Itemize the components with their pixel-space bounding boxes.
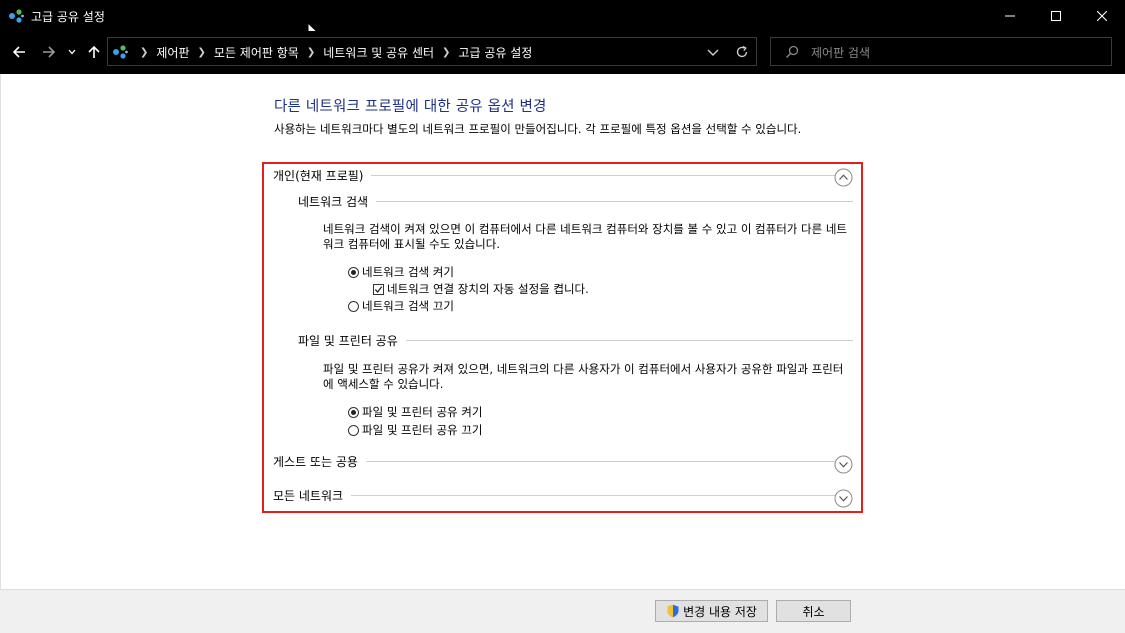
maximize-icon <box>1051 10 1061 21</box>
radio-network-discovery-on[interactable]: 네트워크 검색 켜기 <box>348 264 454 280</box>
chevron-right-icon: ❯ <box>140 47 149 58</box>
radio-label: 파일 및 프린터 공유 켜기 <box>362 405 483 419</box>
divider <box>365 461 838 462</box>
radio-selected-icon <box>348 406 359 418</box>
search-placeholder: 제어판 검색 <box>811 46 871 60</box>
divider <box>371 175 838 176</box>
cancel-button[interactable]: 취소 <box>776 600 851 622</box>
chevron-down-icon[interactable] <box>834 489 853 508</box>
profile-label-guest-public: 게스트 또는 공용 <box>273 455 358 469</box>
chevron-down-icon <box>68 49 76 55</box>
network-icon <box>9 9 24 23</box>
radio-label: 파일 및 프린터 공유 끄기 <box>362 423 483 437</box>
search-icon <box>786 45 799 58</box>
divider <box>405 340 853 341</box>
section-label-file-printer-sharing: 파일 및 프린터 공유 <box>298 334 398 348</box>
checkbox-label: 네트워크 연결 장치의 자동 설정을 켭니다. <box>387 282 589 296</box>
file-printer-sharing-description: 파일 및 프린터 공유가 켜져 있으면, 네트워크의 다른 사용자가 이 컴퓨터… <box>323 362 844 391</box>
radio-file-sharing-on[interactable]: 파일 및 프린터 공유 켜기 <box>348 404 482 420</box>
section-header-network-discovery: 네트워크 검색 <box>298 193 853 210</box>
navigation-bar: ❯ 제어판 ❯ 모든 제어판 항목 ❯ 네트워크 및 공유 센터 ❯ 고급 공유… <box>0 31 1125 74</box>
chevron-up-icon[interactable] <box>834 168 853 187</box>
profile-header-guest-public[interactable]: 게스트 또는 공용 <box>273 453 838 470</box>
address-bar[interactable]: ❯ 제어판 ❯ 모든 제어판 항목 ❯ 네트워크 및 공유 센터 ❯ 고급 공유… <box>107 37 757 66</box>
section-label-network-discovery: 네트워크 검색 <box>298 195 369 209</box>
section-header-file-printer-sharing: 파일 및 프린터 공유 <box>298 332 853 349</box>
cancel-label: 취소 <box>802 604 825 619</box>
profile-header-private[interactable]: 개인(현재 프로필) <box>273 167 838 184</box>
profile-label-all-networks: 모든 네트워크 <box>273 489 344 503</box>
maximize-button[interactable] <box>1033 0 1079 31</box>
radio-file-sharing-off[interactable]: 파일 및 프린터 공유 끄기 <box>348 422 482 438</box>
breadcrumb-item-network-sharing-center[interactable]: 네트워크 및 공유 센터 <box>323 44 434 61</box>
arrow-left-icon <box>12 46 25 58</box>
breadcrumb-item-control-panel[interactable]: 제어판 <box>156 44 189 61</box>
forward-button[interactable] <box>38 41 60 63</box>
radio-label: 네트워크 검색 끄기 <box>362 299 454 313</box>
profile-header-all-networks[interactable]: 모든 네트워크 <box>273 487 838 504</box>
chevron-right-icon: ❯ <box>306 47 316 58</box>
network-discovery-description: 네트워크 검색이 켜져 있으면 이 컴퓨터에서 다른 네트워크 컴퓨터와 장치를… <box>323 222 848 251</box>
divider <box>376 201 853 202</box>
up-button[interactable] <box>83 41 105 63</box>
profile-label-private: 개인(현재 프로필) <box>273 169 364 183</box>
search-box[interactable]: 제어판 검색 <box>770 37 1112 66</box>
minimize-button[interactable] <box>987 0 1033 31</box>
radio-unselected-icon <box>348 300 359 312</box>
chevron-right-icon: ❯ <box>442 47 451 58</box>
checkmark-icon <box>373 283 384 295</box>
refresh-icon[interactable] <box>735 45 749 59</box>
minimize-icon <box>1005 15 1015 16</box>
recent-locations-button[interactable] <box>64 41 80 63</box>
divider <box>351 495 838 496</box>
chevron-right-icon: ❯ <box>197 47 206 58</box>
title-bar: 고급 공유 설정 <box>0 0 1125 40</box>
back-button[interactable] <box>8 41 30 63</box>
arrow-up-icon <box>88 45 100 58</box>
breadcrumb-item-advanced-sharing[interactable]: 고급 공유 설정 <box>458 44 532 61</box>
chevron-down-icon[interactable] <box>834 455 853 474</box>
checkbox-auto-setup[interactable]: 네트워크 연결 장치의 자동 설정을 켭니다. <box>373 281 589 297</box>
radio-unselected-icon <box>348 424 359 436</box>
page-title: 다른 네트워크 프로필에 대한 공유 옵션 변경 <box>274 99 547 115</box>
close-icon <box>1097 10 1107 21</box>
arrow-right-icon <box>43 46 56 58</box>
uac-shield-icon <box>667 604 679 618</box>
breadcrumb-item-all-control-panel-items[interactable]: 모든 제어판 항목 <box>214 44 299 61</box>
radio-network-discovery-off[interactable]: 네트워크 검색 끄기 <box>348 298 454 314</box>
main-content: 다른 네트워크 프로필에 대한 공유 옵션 변경 사용하는 네트워크마다 별도의… <box>0 74 1125 589</box>
page-description: 사용하는 네트워크마다 별도의 네트워크 프로필이 만들어집니다. 각 프로필에… <box>274 122 802 136</box>
breadcrumb: ❯ 제어판 ❯ 모든 제어판 항목 ❯ 네트워크 및 공유 센터 ❯ 고급 공유… <box>132 44 532 61</box>
close-button[interactable] <box>1079 0 1125 31</box>
chevron-down-icon[interactable] <box>706 44 720 60</box>
save-changes-label: 변경 내용 저장 <box>683 604 757 619</box>
profiles-highlight-box: 개인(현재 프로필) 네트워크 검색 네트워크 검색이 켜져 있으면 이 컴퓨터… <box>262 162 863 513</box>
radio-selected-icon <box>348 266 359 278</box>
radio-label: 네트워크 검색 켜기 <box>362 265 454 279</box>
footer-bar: 변경 내용 저장 취소 <box>0 589 1125 633</box>
window-title: 고급 공유 설정 <box>31 10 105 24</box>
save-changes-button[interactable]: 변경 내용 저장 <box>655 600 768 622</box>
network-icon <box>113 45 128 59</box>
